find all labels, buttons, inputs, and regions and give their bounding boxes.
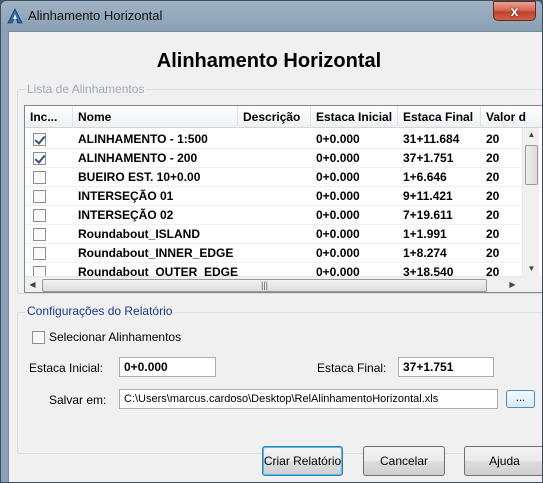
include-checkbox[interactable] bbox=[33, 133, 46, 146]
scroll-down-icon[interactable]: ▼ bbox=[523, 264, 540, 273]
cell-name: BUEIRO EST. 10+0.00 bbox=[78, 170, 201, 184]
browse-button[interactable]: ... bbox=[506, 390, 535, 408]
column-header-description[interactable]: Descrição bbox=[238, 106, 311, 128]
cell-description bbox=[238, 187, 311, 206]
cell-value: 20 bbox=[486, 151, 500, 165]
cell-name: Roundabout_INNER_EDGE bbox=[78, 246, 234, 260]
title-bar[interactable]: Alinhamento Horizontal x bbox=[1, 1, 542, 31]
include-checkbox[interactable] bbox=[33, 209, 46, 222]
cell-end-station: 1+8.274 bbox=[403, 246, 447, 260]
page-title: Alinhamento Horizontal bbox=[156, 50, 382, 72]
start-station-label: Estaca Inicial: bbox=[29, 361, 104, 375]
table-row[interactable]: INTERSEÇÃO 01 0+0.000 9+11.421 20 bbox=[25, 187, 520, 206]
create-report-button[interactable]: Criar Relatório bbox=[262, 446, 343, 476]
cell-name: INTERSEÇÃO 02 bbox=[78, 208, 174, 222]
cell-description bbox=[238, 225, 311, 244]
column-header-name[interactable]: Nome bbox=[73, 106, 238, 128]
cell-value: 20 bbox=[486, 208, 500, 222]
cell-description bbox=[238, 206, 311, 225]
column-header-start-station[interactable]: Estaca Inicial bbox=[311, 106, 398, 128]
cell-start-station: 0+0.000 bbox=[316, 170, 360, 184]
horizontal-scroll-thumb[interactable]: ||| bbox=[42, 279, 487, 292]
cell-description bbox=[238, 168, 311, 187]
cell-description bbox=[238, 244, 311, 263]
cell-name: ALINHAMENTO - 200 bbox=[78, 151, 198, 165]
scroll-up-icon[interactable]: ▲ bbox=[523, 130, 540, 139]
table-row[interactable]: INTERSEÇÃO 02 0+0.000 7+19.611 20 bbox=[25, 206, 520, 225]
cell-start-station: 0+0.000 bbox=[316, 246, 360, 260]
include-checkbox[interactable] bbox=[33, 228, 46, 241]
cell-description bbox=[238, 130, 311, 149]
cell-value: 20 bbox=[486, 189, 500, 203]
cell-start-station: 0+0.000 bbox=[316, 208, 360, 222]
alignment-list-group-label: Lista de Alinhamentos bbox=[25, 82, 147, 96]
app-logo-icon bbox=[7, 8, 23, 24]
horizontal-scrollbar[interactable]: ◀ ||| ▶ bbox=[25, 276, 522, 292]
close-icon: x bbox=[510, 3, 519, 19]
start-station-input[interactable]: 0+0.000 bbox=[119, 357, 216, 377]
report-settings-group-label: Configurações do Relatório bbox=[25, 304, 175, 318]
end-station-input[interactable]: 37+1.751 bbox=[398, 357, 494, 377]
select-alignments-checkbox[interactable] bbox=[32, 331, 45, 344]
scroll-right-icon[interactable]: ▶ bbox=[505, 280, 520, 289]
cell-name: Roundabout_ISLAND bbox=[78, 227, 200, 241]
cell-start-station: 0+0.000 bbox=[316, 227, 360, 241]
select-alignments-label: Selecionar Alinhamentos bbox=[49, 330, 182, 344]
save-path-input[interactable]: C:\Users\marcus.cardoso\Desktop\RelAlinh… bbox=[119, 389, 498, 409]
help-button[interactable]: Ajuda bbox=[464, 446, 542, 476]
table-row[interactable]: BUEIRO EST. 10+0.00 0+0.000 1+6.646 20 bbox=[25, 168, 520, 187]
vertical-scrollbar[interactable]: ▲ ▼ bbox=[522, 128, 539, 276]
table-row[interactable]: ALINHAMENTO - 200 0+0.000 37+1.751 20 bbox=[25, 149, 520, 168]
scroll-corner bbox=[522, 276, 542, 292]
include-checkbox[interactable] bbox=[33, 171, 46, 184]
cell-end-station: 31+11.684 bbox=[403, 132, 460, 146]
table-row[interactable]: Roundabout_ISLAND 0+0.000 1+1.991 20 bbox=[25, 225, 520, 244]
include-checkbox[interactable] bbox=[33, 152, 46, 165]
cell-description bbox=[238, 149, 311, 168]
column-header-include[interactable]: Inc... bbox=[25, 106, 73, 128]
table-row[interactable]: ALINHAMENTO - 1:500 0+0.000 31+11.684 20 bbox=[25, 130, 520, 149]
close-button[interactable]: x bbox=[493, 1, 536, 21]
cell-end-station: 1+6.646 bbox=[403, 170, 447, 184]
column-header-value[interactable]: Valor d bbox=[481, 106, 526, 128]
cell-start-station: 0+0.000 bbox=[316, 151, 360, 165]
table-row[interactable]: Roundabout_INNER_EDGE 0+0.000 1+8.274 20 bbox=[25, 244, 520, 263]
dialog-window: Alinhamento Horizontal x Alinhamento Hor… bbox=[0, 0, 543, 483]
column-header-end-station[interactable]: Estaca Final bbox=[398, 106, 481, 128]
cell-value: 20 bbox=[486, 246, 500, 260]
include-checkbox[interactable] bbox=[33, 190, 46, 203]
include-checkbox[interactable] bbox=[33, 247, 46, 260]
cell-end-station: 9+11.421 bbox=[403, 189, 453, 203]
grid-header: Inc... Nome Descrição Estaca Inicial Est… bbox=[25, 106, 542, 128]
cell-name: ALINHAMENTO - 1:500 bbox=[78, 132, 208, 146]
save-path-label: Salvar em: bbox=[49, 393, 107, 407]
cell-name: INTERSEÇÃO 01 bbox=[78, 189, 174, 203]
cell-start-station: 0+0.000 bbox=[316, 132, 360, 146]
end-station-label: Estaca Final: bbox=[317, 361, 387, 375]
cell-end-station: 37+1.751 bbox=[403, 151, 454, 165]
alignment-grid: Inc... Nome Descrição Estaca Inicial Est… bbox=[24, 105, 542, 293]
scroll-left-icon[interactable]: ◀ bbox=[25, 280, 40, 289]
cell-start-station: 0+0.000 bbox=[316, 189, 360, 203]
cell-value: 20 bbox=[486, 227, 500, 241]
dialog-body: Alinhamento Horizontal Lista de Alinhame… bbox=[8, 31, 542, 482]
cell-end-station: 7+19.611 bbox=[403, 208, 453, 222]
cell-end-station: 1+1.991 bbox=[403, 227, 447, 241]
vertical-scroll-thumb[interactable] bbox=[525, 145, 538, 185]
cell-value: 20 bbox=[486, 170, 500, 184]
cancel-button[interactable]: Cancelar bbox=[363, 446, 445, 476]
cell-value: 20 bbox=[486, 132, 500, 146]
window-title: Alinhamento Horizontal bbox=[28, 8, 163, 23]
